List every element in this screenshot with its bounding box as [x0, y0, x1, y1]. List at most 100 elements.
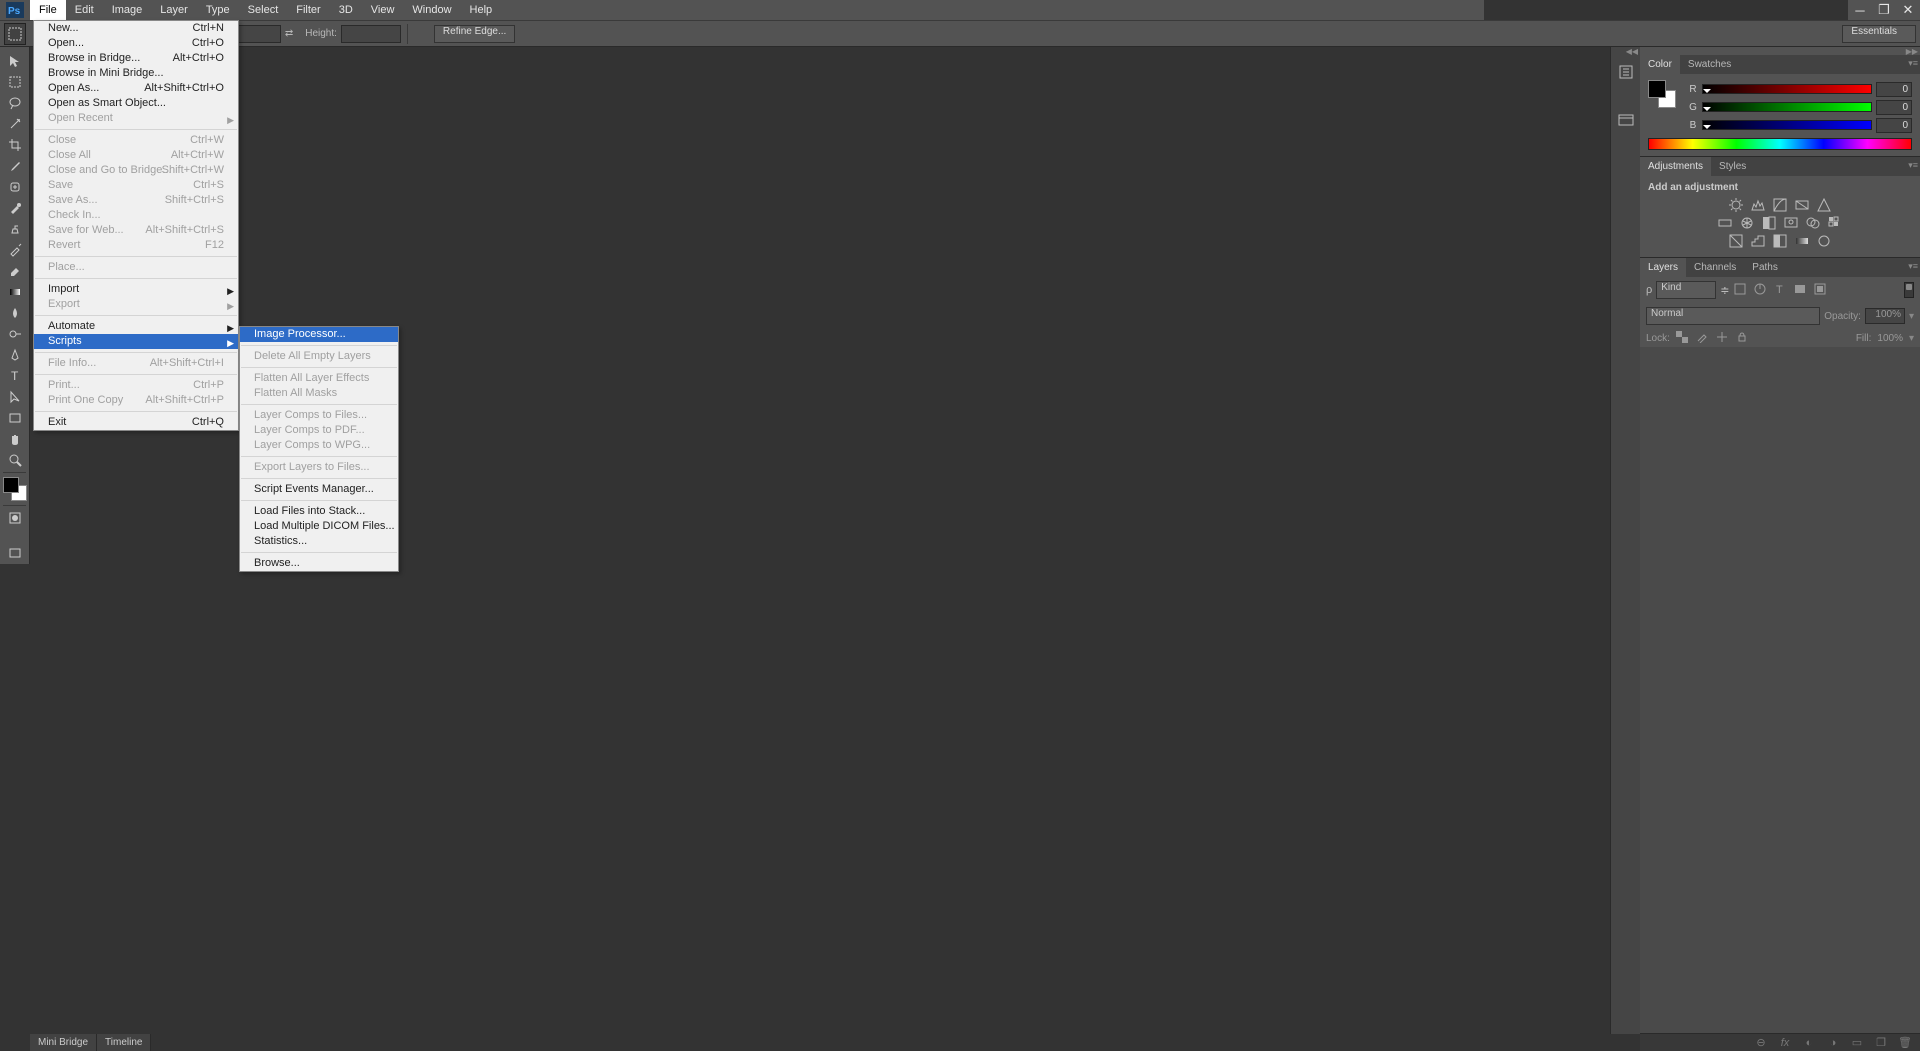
exposure-icon[interactable] [1793, 197, 1811, 213]
layers-tab[interactable]: Layers [1640, 258, 1686, 277]
fill-value[interactable]: 100% [1877, 333, 1903, 344]
menu-item[interactable]: Browse in Mini Bridge... [34, 66, 238, 81]
history-panel-icon[interactable] [1613, 59, 1639, 85]
menu-item[interactable]: Load Multiple DICOM Files... [240, 519, 398, 534]
color-spectrum[interactable] [1648, 138, 1912, 150]
foreground-color[interactable] [3, 477, 19, 493]
threshold-icon[interactable] [1771, 233, 1789, 249]
channel-slider[interactable] [1702, 120, 1872, 130]
menu-filter[interactable]: Filter [287, 0, 329, 20]
channel-value[interactable]: 0 [1876, 100, 1912, 115]
menu-edit[interactable]: Edit [66, 0, 103, 20]
menu-item[interactable]: Import▶ [34, 282, 238, 297]
photo-filter-icon[interactable] [1782, 215, 1800, 231]
paths-tab[interactable]: Paths [1744, 258, 1786, 277]
filter-pixel-icon[interactable] [1733, 282, 1749, 298]
menu-type[interactable]: Type [197, 0, 239, 20]
type-tool[interactable]: T [3, 366, 27, 386]
posterize-icon[interactable] [1749, 233, 1767, 249]
swatches-tab[interactable]: Swatches [1680, 55, 1739, 74]
channel-value[interactable]: 0 [1876, 82, 1912, 97]
timeline-tab[interactable]: Timeline [97, 1034, 151, 1051]
brightness-icon[interactable] [1727, 197, 1745, 213]
menu-item[interactable]: Scripts▶ [34, 334, 238, 349]
filter-kind-select[interactable]: Kind [1656, 281, 1716, 299]
dodge-tool[interactable] [3, 324, 27, 344]
magic-wand-tool[interactable] [3, 114, 27, 134]
menu-3d[interactable]: 3D [330, 0, 362, 20]
menu-item[interactable]: Open as Smart Object... [34, 96, 238, 111]
filter-adjust-icon[interactable] [1753, 282, 1769, 298]
hue-icon[interactable] [1716, 215, 1734, 231]
invert-icon[interactable] [1727, 233, 1745, 249]
channel-slider[interactable] [1702, 84, 1872, 94]
mini-bridge-tab[interactable]: Mini Bridge [30, 1034, 97, 1051]
color-swatches[interactable] [3, 477, 27, 501]
menu-item[interactable]: Browse... [240, 556, 398, 571]
workspace-select[interactable]: Essentials [1842, 25, 1916, 43]
new-layer-icon[interactable]: ❐ [1874, 1036, 1888, 1050]
menu-item[interactable]: ExitCtrl+Q [34, 415, 238, 430]
color-balance-icon[interactable] [1738, 215, 1756, 231]
path-selection-tool[interactable] [3, 387, 27, 407]
menu-view[interactable]: View [362, 0, 404, 20]
lock-all-icon[interactable] [1736, 331, 1750, 345]
menu-select[interactable]: Select [239, 0, 288, 20]
menu-layer[interactable]: Layer [151, 0, 197, 20]
refine-edge-button[interactable]: Refine Edge... [434, 25, 515, 43]
bw-icon[interactable] [1760, 215, 1778, 231]
menu-item[interactable]: Image Processor... [240, 327, 398, 342]
channel-mixer-icon[interactable] [1804, 215, 1822, 231]
gradient-tool[interactable] [3, 282, 27, 302]
lock-position-icon[interactable] [1716, 331, 1730, 345]
channel-slider[interactable] [1702, 102, 1872, 112]
menu-file[interactable]: File [30, 0, 66, 20]
screen-mode-button[interactable] [3, 543, 27, 563]
adjustments-tab[interactable]: Adjustments [1640, 157, 1711, 176]
layer-mask-icon[interactable]: ◐ [1802, 1036, 1816, 1050]
hand-tool[interactable] [3, 429, 27, 449]
zoom-tool[interactable] [3, 450, 27, 470]
crop-tool[interactable] [3, 135, 27, 155]
filter-switch[interactable] [1904, 282, 1914, 298]
history-brush-tool[interactable] [3, 240, 27, 260]
eraser-tool[interactable] [3, 261, 27, 281]
color-tab[interactable]: Color [1640, 55, 1680, 74]
lasso-tool[interactable] [3, 93, 27, 113]
lock-transparent-icon[interactable] [1676, 331, 1690, 345]
color-lookup-icon[interactable] [1826, 215, 1844, 231]
rectangle-tool[interactable] [3, 408, 27, 428]
delete-layer-icon[interactable]: 🗑 [1898, 1036, 1912, 1050]
link-layers-icon[interactable]: ⊖ [1754, 1036, 1768, 1050]
minimize-button[interactable]: ─ [1848, 0, 1872, 20]
filter-type-icon[interactable]: T [1773, 282, 1789, 298]
move-tool[interactable] [3, 51, 27, 71]
filter-shape-icon[interactable] [1793, 282, 1809, 298]
color-fgbg-swatch[interactable] [1648, 80, 1676, 108]
channel-value[interactable]: 0 [1876, 118, 1912, 133]
menu-item[interactable]: Open...Ctrl+O [34, 36, 238, 51]
current-tool-icon[interactable] [4, 23, 26, 45]
maximize-button[interactable]: ❐ [1872, 0, 1896, 20]
menu-item[interactable]: New...Ctrl+N [34, 21, 238, 36]
selective-color-icon[interactable] [1815, 233, 1833, 249]
marquee-tool[interactable] [3, 72, 27, 92]
quick-mask-button[interactable] [3, 508, 27, 528]
menu-item[interactable]: Open As...Alt+Shift+Ctrl+O [34, 81, 238, 96]
blur-tool[interactable] [3, 303, 27, 323]
height-input[interactable] [341, 25, 401, 43]
collapse-arrows-icon[interactable]: ▶▶ [1640, 47, 1920, 55]
brush-tool[interactable] [3, 198, 27, 218]
menu-help[interactable]: Help [461, 0, 502, 20]
curves-icon[interactable] [1771, 197, 1789, 213]
pen-tool[interactable] [3, 345, 27, 365]
styles-tab[interactable]: Styles [1711, 157, 1754, 176]
layer-style-icon[interactable]: fx [1778, 1036, 1792, 1050]
lock-image-icon[interactable] [1696, 331, 1710, 345]
eyedropper-tool[interactable] [3, 156, 27, 176]
levels-icon[interactable] [1749, 197, 1767, 213]
menu-item[interactable]: Automate▶ [34, 319, 238, 334]
opacity-value[interactable]: 100% [1865, 308, 1905, 324]
panel-menu-icon[interactable]: ▾≡ [1908, 160, 1918, 171]
clone-stamp-tool[interactable] [3, 219, 27, 239]
